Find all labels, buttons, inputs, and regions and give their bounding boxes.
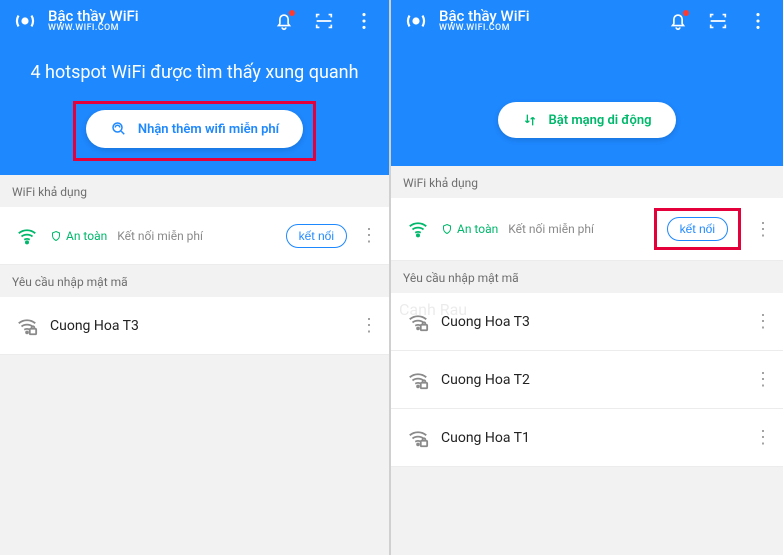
password-network-row[interactable]: Cuong Hoa T3 ⋮ [391, 293, 783, 351]
safe-label: An toàn [457, 222, 498, 236]
app-logo-icon [10, 6, 40, 36]
more-icon[interactable] [349, 6, 379, 36]
wifi-lock-icon [405, 311, 431, 333]
row-more-icon[interactable]: ⋮ [357, 224, 381, 248]
wifi-lock-icon [405, 427, 431, 449]
row-more-icon[interactable]: ⋮ [357, 314, 381, 338]
title-group: Bậc thầy WiFi WWW.WIFI.COM [401, 6, 653, 36]
bell-icon[interactable] [269, 6, 299, 36]
connect-button[interactable]: kết nối [286, 224, 347, 248]
app-title: Bậc thầy WiFi [48, 8, 139, 25]
header: Bậc thầy WiFi WWW.WIFI.COM Bật mạng d [391, 0, 783, 166]
app-title: Bậc thầy WiFi [439, 8, 530, 25]
password-section-title: Yêu cầu nhập mật mã [391, 261, 783, 293]
row-more-icon[interactable]: ⋮ [751, 310, 775, 334]
title-group: Bậc thầy WiFi WWW.WIFI.COM [10, 6, 259, 36]
row-more-icon[interactable]: ⋮ [751, 368, 775, 392]
wifi-strong-icon [405, 218, 431, 240]
app-subtitle: WWW.WIFI.COM [439, 24, 530, 34]
available-section-title: WiFi khả dụng [391, 166, 783, 198]
password-section-title: Yêu cầu nhập mật mã [0, 265, 389, 297]
bell-icon[interactable] [663, 6, 693, 36]
available-network-row[interactable]: An toàn Kết nối miễn phí kết nối ⋮ [391, 198, 783, 261]
wifi-lock-icon [405, 369, 431, 391]
highlight-box: kết nối [654, 208, 741, 250]
network-name: Cuong Hoa T2 [441, 372, 741, 388]
network-name: Cuong Hoa T3 [50, 318, 347, 334]
free-connect-label: Kết nối miễn phí [508, 222, 594, 236]
free-connect-label: Kết nối miễn phí [117, 229, 203, 243]
hero-text: 4 hotspot WiFi được tìm thấy xung quanh [0, 46, 389, 101]
row-more-icon[interactable]: ⋮ [751, 217, 775, 241]
enable-mobile-data-button[interactable]: Bật mạng di động [498, 102, 675, 138]
available-network-row[interactable]: An toàn Kết nối miễn phí kết nối ⋮ [0, 207, 389, 265]
header: Bậc thầy WiFi WWW.WIFI.COM 4 hotspot WiF… [0, 0, 389, 175]
screen-right: Bậc thầy WiFi WWW.WIFI.COM Bật mạng d [391, 0, 783, 555]
more-icon[interactable] [743, 6, 773, 36]
cta-label: Nhận thêm wifi miễn phí [138, 122, 279, 137]
swap-icon [522, 112, 538, 128]
app-logo-icon [401, 6, 431, 36]
header-bar: Bậc thầy WiFi WWW.WIFI.COM [391, 0, 783, 46]
network-name: Cuong Hoa T3 [441, 314, 741, 330]
safe-label: An toàn [66, 229, 107, 243]
row-more-icon[interactable]: ⋮ [751, 426, 775, 450]
cta-label: Bật mạng di động [548, 113, 651, 128]
highlight-box: Nhận thêm wifi miễn phí [73, 101, 316, 161]
header-bar: Bậc thầy WiFi WWW.WIFI.COM [0, 0, 389, 46]
notification-dot [683, 10, 689, 16]
shield-icon [50, 230, 62, 242]
screen-left: Bậc thầy WiFi WWW.WIFI.COM 4 hotspot WiF… [0, 0, 391, 555]
scan-icon[interactable] [703, 6, 733, 36]
password-network-row[interactable]: Cuong Hoa T1 ⋮ [391, 409, 783, 467]
notification-dot [289, 10, 295, 16]
scan-icon[interactable] [309, 6, 339, 36]
app-subtitle: WWW.WIFI.COM [48, 24, 139, 34]
password-network-row[interactable]: Cuong Hoa T3 ⋮ [0, 297, 389, 355]
connect-button[interactable]: kết nối [667, 217, 728, 241]
network-name: Cuong Hoa T1 [441, 430, 741, 446]
available-section-title: WiFi khả dụng [0, 175, 389, 207]
wifi-lock-icon [14, 315, 40, 337]
search-wifi-icon [110, 120, 128, 138]
get-more-wifi-button[interactable]: Nhận thêm wifi miễn phí [86, 110, 303, 148]
shield-icon [441, 223, 453, 235]
password-network-row[interactable]: Cuong Hoa T2 ⋮ [391, 351, 783, 409]
wifi-strong-icon [14, 225, 40, 247]
